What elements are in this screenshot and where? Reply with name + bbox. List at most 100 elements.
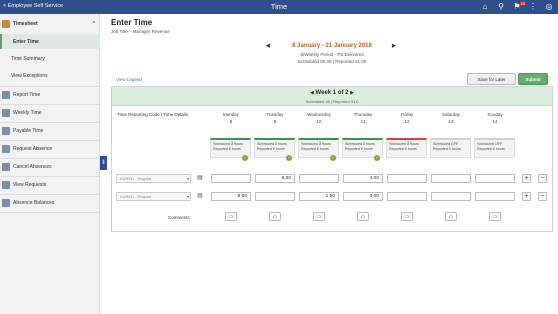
chevron-down-icon: ▾ (186, 176, 189, 181)
day-header: Monday 8 (222, 112, 239, 124)
menu-icon[interactable]: ⋮ (528, 2, 538, 12)
sidebar: Timesheet ⌃ Enter Time Time Summary View… (0, 14, 100, 314)
period-type: BiWeekly Period - PS Delivered (300, 52, 364, 57)
notifications-icon[interactable]: ⚑ 10 (512, 1, 526, 12)
job-title-row: Job Title Manager Revenue (111, 29, 170, 34)
comment-icon[interactable]: ▭ (489, 212, 501, 221)
day-schedule-summary[interactable]: Scheduled 8 hours Reported 8 hours ✓ (210, 138, 251, 161)
navbar-icon[interactable]: ◎ (544, 2, 554, 12)
chevron-down-icon: ▾ (186, 194, 189, 199)
week-label: Week 1 of 2 (315, 90, 349, 96)
time-details-icon[interactable]: ▤ (197, 193, 204, 200)
submit-button[interactable]: Submit (518, 73, 548, 85)
view-legend-link[interactable]: View Legend (116, 77, 142, 82)
hours-input[interactable]: 8.00 (211, 192, 251, 201)
calendar-icon (2, 109, 10, 117)
check-icon: ✓ (374, 155, 380, 161)
comment-icon[interactable]: ▭ (357, 212, 369, 221)
briefcase-icon (2, 145, 10, 153)
sidebar-item-label: Report Time (13, 92, 41, 98)
add-row-button[interactable]: + (522, 192, 531, 201)
check-icon: ✓ (330, 155, 336, 161)
time-reporting-code-select[interactable]: KURED - Regular ▾ (116, 174, 191, 183)
time-reporting-code-select[interactable]: KURED - Regular ▾ (116, 192, 191, 201)
day-schedule-summary[interactable]: Scheduled 8 hours Reported 8 hours ✓ (254, 138, 295, 161)
comment-icon[interactable]: ▭ (225, 212, 237, 221)
day-header: Tuesday 9 (266, 112, 284, 124)
sidebar-item-report-time[interactable]: Report Time (0, 88, 100, 102)
period-header: ◀ 8 January - 21 January 2018 ▶ (108, 43, 556, 49)
search-icon[interactable]: ⚲ (496, 2, 506, 12)
page-header-title: Time (270, 2, 288, 11)
sidebar-item-payable-time[interactable]: Payable Time (0, 124, 100, 138)
home-icon[interactable]: ⌂ (480, 2, 490, 12)
collapse-sidebar-button[interactable]: ‖ (100, 156, 107, 170)
delete-row-button[interactable]: − (538, 174, 547, 183)
sidebar-item-time-summary[interactable]: Time Summary (0, 52, 100, 66)
scheduled-value: 80.00 (320, 59, 332, 64)
sidebar-section-timesheet[interactable]: Timesheet ⌃ (0, 17, 100, 31)
hours-input[interactable]: 3.00 (343, 192, 383, 201)
money-icon (2, 127, 10, 135)
hours-input[interactable] (431, 174, 471, 183)
hours-input[interactable]: 1.50 (299, 192, 339, 201)
next-period-arrow-icon[interactable]: ▶ (392, 43, 396, 49)
day-header: Wednesday 10 (307, 112, 331, 124)
hours-input[interactable] (211, 174, 251, 183)
timesheet-panel: ◀ Week 1 of 2 ▶ Scheduled 40 | Reported … (111, 86, 553, 232)
hours-input[interactable] (299, 174, 339, 183)
job-title-value: Manager Revenue (132, 29, 170, 34)
time-details-icon[interactable]: ▤ (197, 175, 204, 182)
hours-input[interactable]: 8.00 (255, 174, 295, 183)
sidebar-item-view-exceptions[interactable]: View Exceptions (0, 69, 100, 83)
period-totals: Scheduled 80.00 | Reported 31.00 (297, 59, 367, 64)
hours-input[interactable] (475, 192, 515, 201)
save-for-later-button[interactable]: Save for Later (467, 73, 516, 85)
sidebar-item-enter-time[interactable]: Enter Time (0, 34, 100, 49)
day-schedule-summary[interactable]: Scheduled OFF Reported 0 hours (430, 138, 471, 158)
delete-row-button[interactable]: − (538, 192, 547, 201)
sidebar-item-cancel-absences[interactable]: Cancel Absences (0, 160, 100, 174)
comment-icon[interactable]: ▭ (269, 212, 281, 221)
comment-icon[interactable]: ▭ (401, 212, 413, 221)
hours-input[interactable] (475, 174, 515, 183)
notification-badge: 10 (519, 1, 526, 6)
clipboard-icon (2, 91, 10, 99)
reported-value: 31.00 (355, 59, 367, 64)
period-range: 8 January - 21 January 2018 (292, 43, 372, 49)
add-row-button[interactable]: + (522, 174, 531, 183)
day-schedule-summary[interactable]: Scheduled 8 hours Reported 8 hours ✓ (342, 138, 383, 161)
sidebar-item-label: Time Summary (11, 56, 45, 62)
sidebar-item-weekly-time[interactable]: Weekly Time (0, 106, 100, 120)
sidebar-item-view-requests[interactable]: View Requests (0, 178, 100, 192)
scheduled-label: Scheduled (297, 59, 320, 64)
sidebar-section-label: Timesheet (13, 21, 38, 27)
comments-label: Comments (168, 215, 190, 220)
hours-input[interactable] (387, 192, 427, 201)
sidebar-item-label: Weekly Time (13, 110, 42, 116)
sidebar-item-absence-balances[interactable]: Absence Balances (0, 196, 100, 210)
scale-icon (2, 199, 10, 207)
main-content: Enter Time Job Title Manager Revenue ◀ 8 … (108, 14, 556, 314)
comment-icon[interactable]: ▭ (313, 212, 325, 221)
hours-input[interactable]: 4.00 (343, 174, 383, 183)
sidebar-item-request-absence[interactable]: Request Absence (0, 142, 100, 156)
column-header-trc: Time Reporting Code / Time Details (117, 112, 189, 117)
job-title-label: Job Title (111, 29, 128, 34)
sidebar-item-label: Enter Time (13, 38, 39, 45)
hours-input[interactable] (431, 192, 471, 201)
day-schedule-summary[interactable]: Scheduled OFF Reported 0 hours (474, 138, 515, 158)
hours-input[interactable] (387, 174, 427, 183)
comment-icon[interactable]: ▭ (445, 212, 457, 221)
next-week-arrow-icon[interactable]: ▶ (350, 90, 354, 96)
hours-input[interactable] (255, 192, 295, 201)
sidebar-item-label: Cancel Absences (13, 164, 52, 170)
day-header: Sunday 14 (487, 112, 503, 124)
day-schedule-summary[interactable]: Scheduled 8 hours Reported 8 hours ✓ (298, 138, 339, 161)
previous-period-arrow-icon[interactable]: ◀ (266, 43, 270, 49)
previous-week-arrow-icon[interactable]: ◀ (310, 90, 314, 96)
week-summary: Scheduled 40 | Reported 31.0 (305, 99, 359, 104)
list-icon (2, 181, 10, 189)
chevron-up-icon: ⌃ (91, 21, 96, 27)
day-schedule-summary[interactable]: Scheduled 8 hours Reported 0 hours (386, 138, 427, 158)
